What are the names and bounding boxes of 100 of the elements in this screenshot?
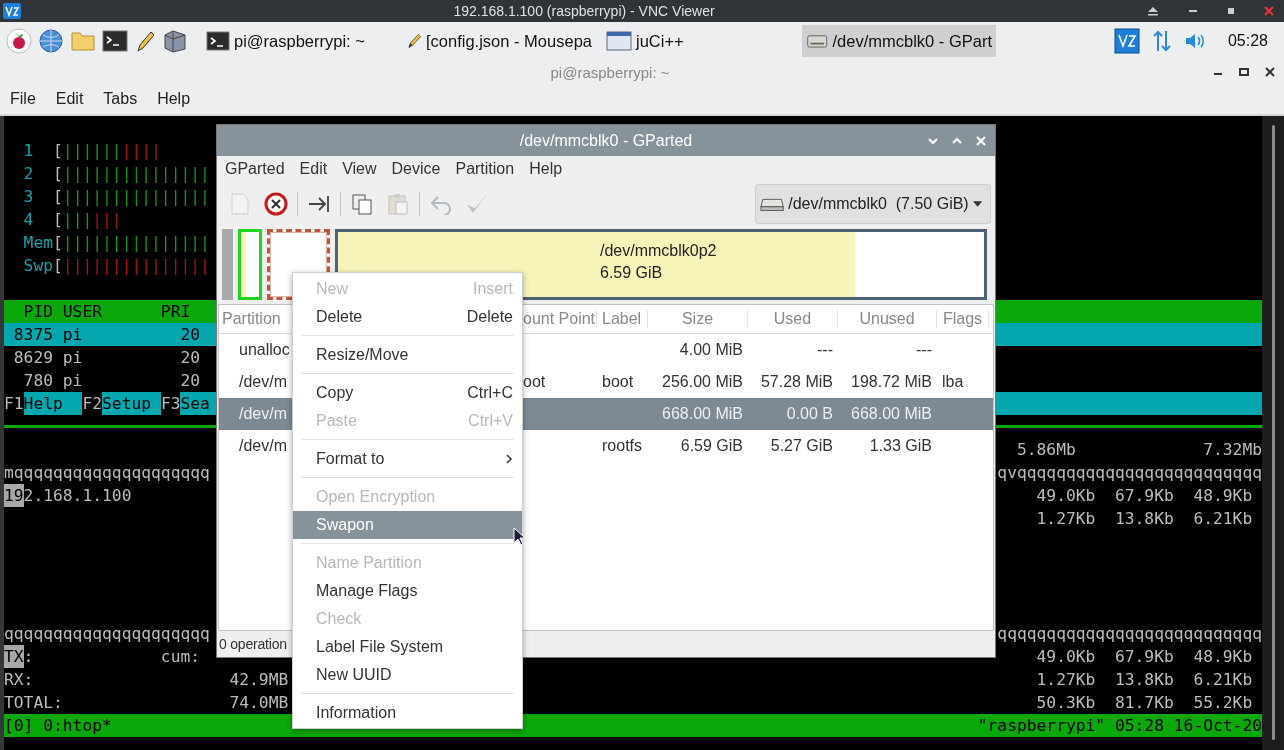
meter-bars: ||||||||||||||| xyxy=(62,162,210,185)
copy-icon xyxy=(350,192,374,216)
document-icon xyxy=(229,192,251,216)
meter-bars: ||||||||||||||| xyxy=(62,254,210,277)
column-header[interactable]: Flags xyxy=(937,310,989,328)
column-header[interactable]: Label xyxy=(597,310,648,328)
partition-name: /dev/mmcblk0p2 xyxy=(600,241,717,261)
highlighted-text: 19 xyxy=(4,484,24,507)
meter-label: 1 xyxy=(22,140,34,162)
table-cell-text: 4.00 MiB xyxy=(678,341,744,359)
menu-item[interactable]: New UUID xyxy=(293,661,522,689)
table-cell-text: --- xyxy=(816,341,834,359)
clock[interactable]: 05:28 xyxy=(1227,32,1268,50)
terminal-text: [0] 0:htop* xyxy=(4,715,112,737)
chevron-right-icon xyxy=(505,453,513,465)
column-header[interactable]: Used xyxy=(748,310,838,328)
table-cell-text: 57.28 MiB xyxy=(759,373,834,391)
window-title: /dev/mmcblk0 - GParted xyxy=(518,131,694,150)
app-logo-icon[interactable] xyxy=(1113,28,1140,54)
menu-item[interactable]: Help xyxy=(521,160,570,178)
menu-item[interactable]: Partition xyxy=(447,160,522,178)
terminal-text: : cum: xyxy=(23,646,201,668)
speaker-icon[interactable] xyxy=(1183,31,1206,51)
menu-item[interactable]: View xyxy=(334,160,384,178)
close-icon[interactable] xyxy=(1264,66,1276,78)
shortcut-text: Insert xyxy=(473,280,513,298)
taskbar-button[interactable]: /dev/mmcblk0 - GPart xyxy=(802,25,996,57)
terminal-icon xyxy=(206,30,230,52)
terminal-text: 49.0Kb 67.9Kb 48.9Kb xyxy=(1036,485,1254,507)
terminal-text: [ xyxy=(52,209,63,231)
network-arrows-icon[interactable] xyxy=(1151,29,1172,53)
terminal-text: [ xyxy=(52,186,63,208)
menu-item[interactable]: Information xyxy=(293,699,522,727)
scrollbar-thumb[interactable] xyxy=(1271,125,1275,740)
terminal-text: 8375 pi 20 xyxy=(12,324,201,346)
menu-item[interactable]: Device xyxy=(383,160,448,178)
window-icon xyxy=(606,30,632,52)
menu-item[interactable]: Tabs xyxy=(93,90,148,108)
menu-item[interactable]: GParted xyxy=(217,160,292,178)
terminal-text: 5.86Mb 7.32Mb xyxy=(1016,439,1262,461)
meter-bars: |||||| xyxy=(62,139,122,162)
menu-item[interactable]: Edit xyxy=(291,160,335,178)
column-header[interactable]: Unused xyxy=(838,310,937,328)
menu-item[interactable]: Format to xyxy=(293,445,522,473)
partition-size: 6.59 GiB xyxy=(600,263,664,283)
terminal-text: [ xyxy=(52,140,63,162)
terminal-text: TOTAL: 74.0MB xyxy=(4,692,289,714)
highlighted-text: TX xyxy=(4,645,24,668)
terminal-text: 50.3Kb 81.7Kb 55.2Kb xyxy=(1036,692,1254,714)
terminal-text: RX: 42.9MB xyxy=(4,669,289,691)
terminal-icon[interactable] xyxy=(102,29,128,53)
table-cell-text: 198.72 MiB xyxy=(850,373,933,391)
meter-label: Mem xyxy=(22,232,53,254)
app-logo-icon xyxy=(2,2,22,20)
terminal-text: [ xyxy=(53,232,63,254)
meter-bars: ||| xyxy=(92,208,122,231)
meter-bars: ||| xyxy=(62,208,93,231)
table-cell-text: unalloc xyxy=(238,341,291,359)
terminal-text: qqqqqqqqqqqqqqqqqqqqq xyxy=(4,623,210,645)
function-key-label: Help xyxy=(23,392,83,415)
window-title: 192.168.1.100 (raspberrypi) - VNC Viewer xyxy=(452,3,716,19)
terminal-text: [ xyxy=(52,163,63,185)
meter-label: 3 xyxy=(22,186,34,208)
raspberry-icon[interactable] xyxy=(6,28,32,54)
terminal-text: mqqqqqqqqqqqqqqqqqqqq xyxy=(4,462,210,484)
menu-item[interactable]: Manage Flags xyxy=(293,577,522,605)
terminal-text: qqqqqqqqqqqqqqqqqqqqqqqqqqq xyxy=(997,623,1262,645)
maximize-icon[interactable] xyxy=(1238,67,1250,77)
window-title: pi@raspberrypi: ~ xyxy=(549,63,671,81)
meter-bars: ||||||||||||||| xyxy=(62,231,210,254)
menu-item[interactable]: Help xyxy=(147,90,201,108)
table-cell-text: lba xyxy=(941,373,965,391)
table-cell-text: 668.00 MiB xyxy=(850,405,933,423)
terminal-text: 1.27Kb 13.8Kb 6.21Kb xyxy=(1036,508,1254,530)
undo-icon xyxy=(429,193,453,215)
terminal-text: "raspberrypi" 05:28 16-Oct-20 xyxy=(977,715,1262,737)
caret-icon xyxy=(972,201,982,207)
delete-icon xyxy=(264,192,288,216)
meter-label: 4 xyxy=(22,209,34,231)
shortcut-text: Delete xyxy=(466,308,513,326)
shortcut-text: Ctrl+V xyxy=(468,412,513,430)
function-key-label: Setup xyxy=(102,392,161,415)
menu-item[interactable]: Label File System xyxy=(293,633,522,661)
taskbar-button[interactable]: [config.json - Mousepa xyxy=(402,25,596,57)
menu-item[interactable]: Edit xyxy=(45,90,94,108)
menu-item[interactable]: File xyxy=(0,90,46,108)
globe-icon[interactable] xyxy=(38,28,64,54)
column-header[interactable]: Size xyxy=(648,310,748,328)
table-cell-text: 6.59 GiB xyxy=(679,437,744,455)
device-dropdown[interactable]: /dev/mmcblk0 (7.50 GiB) xyxy=(755,184,991,224)
table-cell-text: oot xyxy=(522,373,547,391)
table-cell-text: /dev/m xyxy=(238,437,288,455)
taskbar-button[interactable]: pi@raspberrypi: ~ xyxy=(202,25,396,57)
taskbar-button[interactable]: juCi++ xyxy=(602,25,796,57)
table-cell-text: 668.00 MiB xyxy=(661,405,744,423)
terminal-text: 1.27Kb 13.8Kb 6.21Kb xyxy=(1036,669,1254,691)
status-text: 0 operation xyxy=(219,636,287,652)
menu-item[interactable]: Resize/Move xyxy=(293,341,522,369)
eject-icon[interactable] xyxy=(1146,6,1160,16)
table-cell-text: 0.00 B xyxy=(785,405,834,423)
